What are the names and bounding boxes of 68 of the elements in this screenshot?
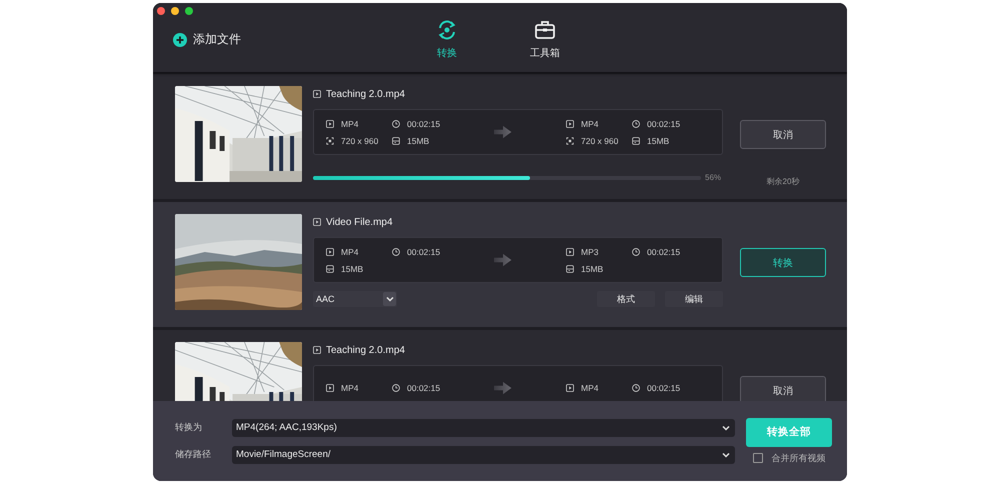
plus-icon bbox=[173, 32, 187, 46]
storage-icon bbox=[392, 136, 400, 144]
option-button[interactable]: 格式 bbox=[597, 291, 655, 307]
convert-button[interactable]: 转换 bbox=[740, 248, 826, 277]
convert-icon bbox=[436, 20, 458, 40]
play-icon bbox=[566, 248, 574, 256]
file-name: Teaching 2.0.mp4 bbox=[326, 88, 405, 100]
format-text: MP4 bbox=[341, 118, 358, 128]
toolbox-icon bbox=[534, 20, 556, 40]
duration-text: 00:02:15 bbox=[647, 118, 680, 128]
storage-icon bbox=[566, 264, 574, 272]
cancel-button[interactable]: 取消 bbox=[740, 376, 826, 401]
convert-to-label: 转换为 bbox=[175, 421, 203, 434]
clock-icon bbox=[632, 248, 640, 256]
file-row[interactable]: Video File.mp4 MP4 00:02:15 15MB MP3 00:02:15 15MB AAC 格式 编辑 转换 bbox=[153, 202, 847, 327]
storage-icon bbox=[632, 136, 640, 144]
add-file-button[interactable]: 添加文件 bbox=[173, 31, 423, 48]
path-select[interactable]: Movie/FilmageScreen/ bbox=[232, 446, 735, 464]
duration-text: 00:02:15 bbox=[647, 383, 680, 393]
clock-icon bbox=[392, 120, 400, 128]
play-icon bbox=[326, 384, 334, 392]
resize-icon bbox=[326, 136, 334, 144]
merge-label: 合并所有视频 bbox=[772, 452, 826, 464]
play-icon bbox=[326, 120, 334, 128]
clock-icon bbox=[392, 384, 400, 392]
clock-icon bbox=[632, 384, 640, 392]
resolution-text: 720 x 960 bbox=[581, 136, 618, 146]
save-path-label: 储存路径 bbox=[175, 448, 212, 461]
format-text: MP4 bbox=[581, 383, 598, 393]
cancel-button[interactable]: 取消 bbox=[740, 120, 826, 149]
format-select[interactable]: MP4(264; AAC,193Kps) bbox=[232, 418, 735, 436]
format-text: MP4 bbox=[581, 118, 598, 128]
clock-icon bbox=[392, 248, 400, 256]
file-name: Teaching 2.0.mp4 bbox=[326, 344, 405, 356]
size-text: 15MB bbox=[341, 264, 364, 274]
play-icon bbox=[566, 384, 574, 392]
close-button[interactable] bbox=[157, 7, 165, 15]
play-icon bbox=[566, 120, 574, 128]
minimize-button[interactable] bbox=[171, 7, 179, 15]
duration-text: 00:02:15 bbox=[407, 383, 440, 393]
duration-text: 00:02:15 bbox=[647, 246, 680, 256]
zoom-button[interactable] bbox=[185, 7, 193, 15]
option-button[interactable]: 编辑 bbox=[665, 291, 723, 307]
resolution-text: 720 x 960 bbox=[341, 136, 378, 146]
file-name: Video File.mp4 bbox=[326, 216, 393, 228]
time-remaining: 剩余20秒 bbox=[766, 176, 800, 187]
tab[interactable]: 工具箱 bbox=[521, 20, 569, 60]
clock-icon bbox=[632, 120, 640, 128]
format-text: MP3 bbox=[581, 246, 598, 256]
progress-percent: 56% bbox=[705, 173, 722, 182]
duration-text: 00:02:15 bbox=[407, 246, 440, 256]
size-text: 15MB bbox=[647, 136, 670, 146]
audio-select[interactable]: AAC bbox=[313, 291, 397, 307]
format-text: MP4 bbox=[341, 383, 358, 393]
format-text: MP4 bbox=[341, 246, 358, 256]
size-text: 15MB bbox=[407, 136, 430, 146]
file-row[interactable]: Teaching 2.0.mp4 MP4 00:02:15 MP4 00:02:15 取消 bbox=[153, 330, 847, 401]
file-row[interactable]: Teaching 2.0.mp4 MP4 00:02:15 720 x 960 15MB MP4 00:02:15 720 x 960 15MB 56% 取消 剩余20秒 bbox=[153, 74, 847, 199]
merge-checkbox[interactable] bbox=[752, 453, 762, 463]
play-icon bbox=[326, 248, 334, 256]
duration-text: 00:02:15 bbox=[407, 118, 440, 128]
play-icon bbox=[313, 90, 321, 98]
storage-icon bbox=[326, 264, 334, 272]
size-text: 15MB bbox=[581, 264, 604, 274]
tab[interactable]: 转换 bbox=[423, 20, 471, 60]
play-icon bbox=[313, 218, 321, 226]
resize-icon bbox=[566, 136, 574, 144]
play-icon bbox=[313, 346, 321, 354]
